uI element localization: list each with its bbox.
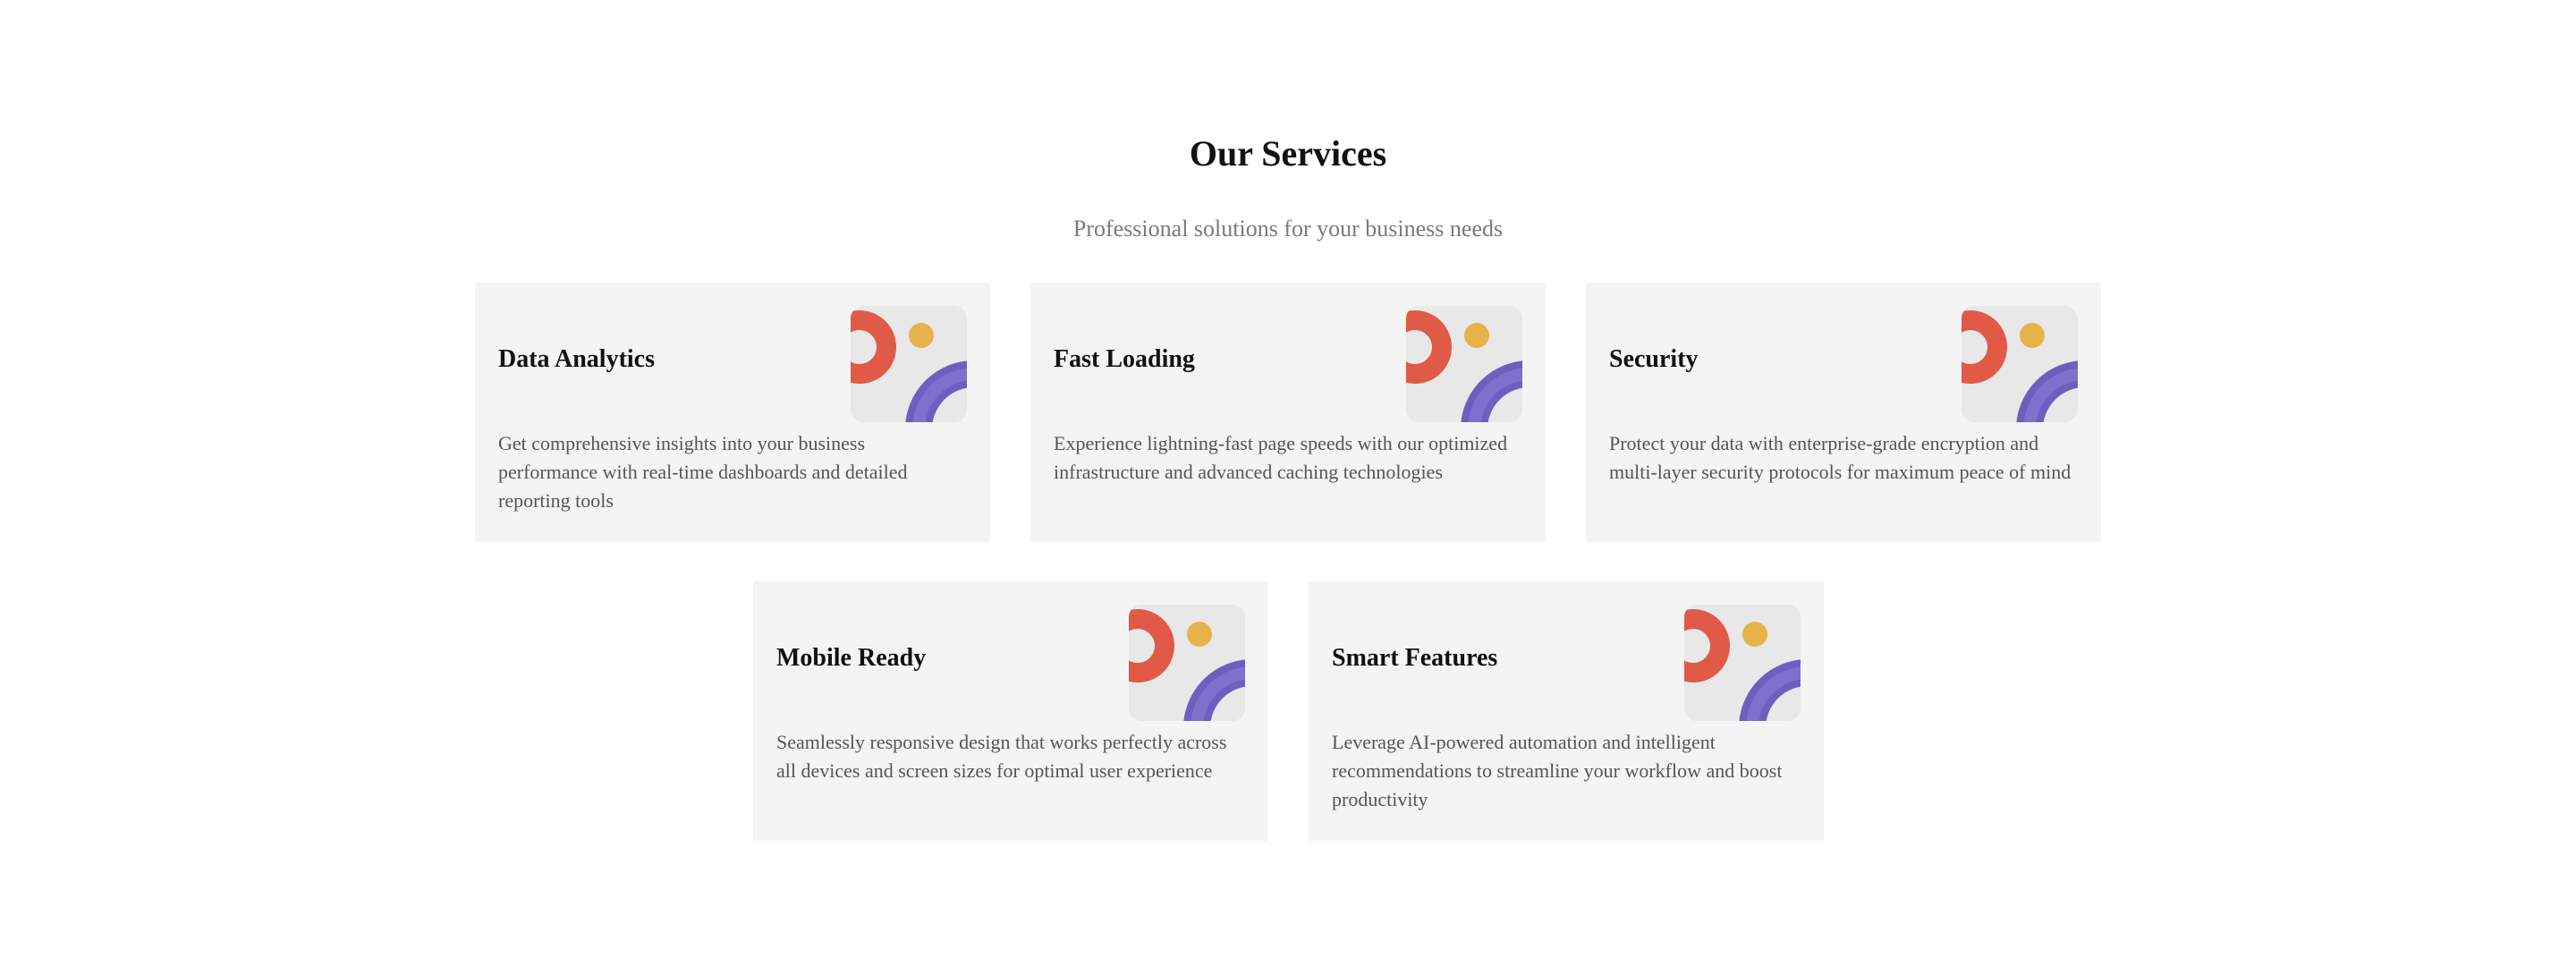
service-card-description: Get comprehensive insights into your bus… (498, 432, 908, 512)
service-card-description: Seamlessly responsive design that works … (776, 731, 1227, 782)
abstract-shapes-icon (1962, 306, 2078, 422)
page-title: Our Services (1189, 133, 1387, 174)
service-card-description: Leverage AI-powered automation and intel… (1332, 731, 1783, 810)
page-subtitle: Professional solutions for your business… (1072, 216, 1504, 242)
abstract-shapes-icon (1406, 306, 1522, 422)
abstract-shapes-icon (851, 306, 967, 422)
service-card-data-analytics[interactable]: Data Analytics Get comprehensive insight… (475, 283, 990, 542)
abstract-shapes-icon (1129, 605, 1245, 721)
abstract-shapes-icon (1684, 605, 1801, 721)
services-page: Our Services Professional solutions for … (0, 0, 2576, 975)
service-card-fast-loading[interactable]: Fast Loading Experience lightning-fast p… (1030, 283, 1546, 542)
service-card-smart-features[interactable]: Smart Features Leverage AI-powered autom… (1309, 581, 1824, 841)
service-card-title: Security (1609, 345, 1699, 373)
service-card-mobile-ready[interactable]: Mobile Ready Seamlessly responsive desig… (753, 581, 1268, 841)
service-card-description: Experience lightning-fast page speeds wi… (1054, 432, 1508, 483)
service-card-title: Mobile Ready (776, 644, 927, 672)
service-card-security[interactable]: Security Protect your data with enterpri… (1586, 283, 2101, 542)
service-card-title: Smart Features (1332, 644, 1498, 672)
service-card-title: Fast Loading (1054, 345, 1195, 373)
service-card-description: Protect your data with enterprise-grade … (1609, 432, 2072, 483)
service-card-title: Data Analytics (498, 345, 655, 373)
